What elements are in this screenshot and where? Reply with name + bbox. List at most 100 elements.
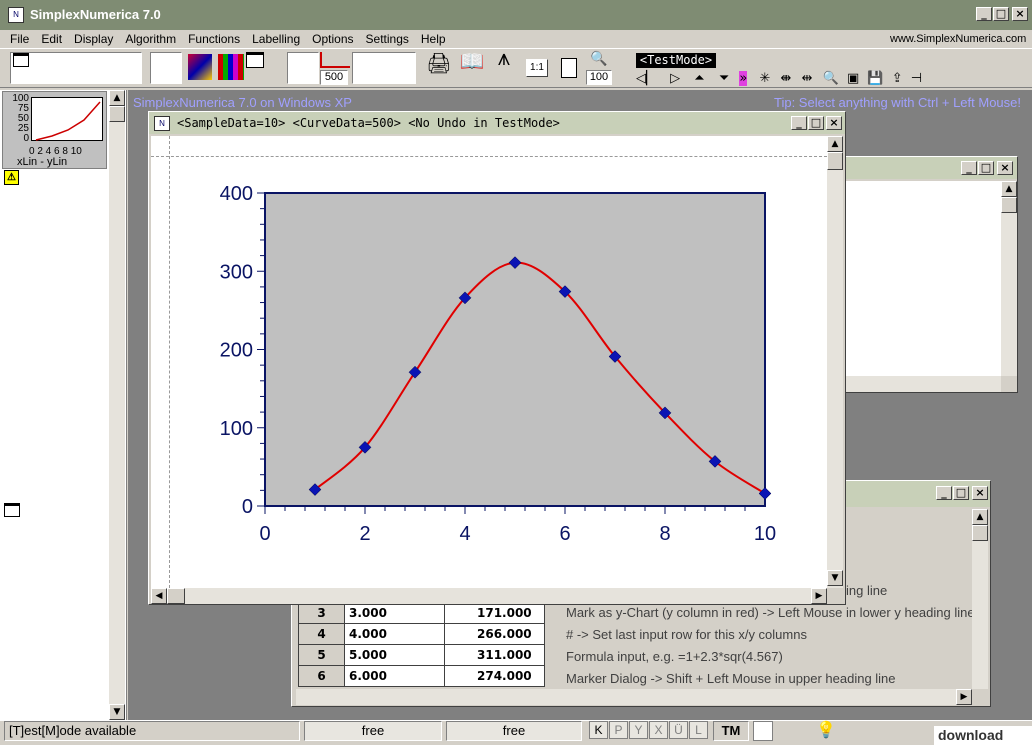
data-table[interactable]: 3 3.000 171.000 4 4.000 266.000 5 5.000 311.00… bbox=[298, 602, 545, 687]
bar-chart-icon[interactable] bbox=[218, 54, 244, 80]
y-tick-label: 400 bbox=[220, 183, 253, 205]
menu-display[interactable]: Display bbox=[74, 31, 113, 47]
bgwin-close-button[interactable]: × bbox=[997, 161, 1013, 175]
left-scroll-thumb[interactable] bbox=[109, 106, 125, 122]
nav-down-icon[interactable]: ⏷ bbox=[719, 71, 729, 86]
thumbnail-plot bbox=[31, 97, 103, 141]
chartwin-vscrollbar[interactable] bbox=[827, 136, 843, 588]
tablewin-hscrollbar[interactable] bbox=[296, 689, 972, 705]
bgwin-hscrollbar[interactable] bbox=[829, 376, 1001, 392]
chartwin-hscroll-thumb[interactable] bbox=[167, 588, 185, 604]
chart-window[interactable]: <SampleData=10> <CurveData=500> <No Undo… bbox=[148, 111, 846, 605]
status-key-l: L bbox=[689, 721, 708, 739]
background-window[interactable]: _ □ × ▲ bbox=[826, 156, 1018, 393]
status-slot-2: free bbox=[446, 721, 582, 741]
image-icon[interactable]: ▣ bbox=[847, 71, 859, 86]
chartwin-minimize-button[interactable]: _ bbox=[791, 116, 807, 130]
menu-file[interactable]: File bbox=[10, 31, 29, 47]
curve-points-field[interactable]: 500 bbox=[320, 70, 348, 85]
bgwin-scroll-up[interactable]: ▲ bbox=[1001, 181, 1017, 197]
status-key-k: K bbox=[589, 721, 608, 739]
chartwin-close-button[interactable]: × bbox=[826, 116, 842, 130]
magnify-icon[interactable]: 🔍 bbox=[823, 71, 839, 86]
zoom-field[interactable]: 100 bbox=[586, 70, 612, 85]
table-row[interactable]: 5 5.000 311.000 bbox=[298, 644, 545, 666]
toolbar-field-3[interactable] bbox=[287, 52, 319, 84]
website-link[interactable]: www.SimplexNumerica.com bbox=[890, 31, 1026, 47]
compass-icon[interactable]: ⩚ bbox=[492, 48, 516, 80]
mdi-left-text: SimplexNumerica 7.0 on Windows XP bbox=[133, 95, 352, 110]
status-key-y: Y bbox=[629, 721, 648, 739]
app-icon: N bbox=[8, 7, 24, 23]
chart-window-title: <SampleData=10> <CurveData=500> <No Undo… bbox=[149, 112, 845, 134]
zoom-icon[interactable]: 🔍 bbox=[590, 52, 608, 68]
nav-toolbar: ◁▏ ▷ ⏶ ⏷ » ✳ ⇼ ⇹ 🔍 ▣ 💾 ⇪ ⊣ bbox=[636, 71, 956, 87]
status-slot-1: free bbox=[304, 721, 442, 741]
pin-icon[interactable]: ⊣ bbox=[911, 71, 922, 86]
chartwin-scroll-thumb[interactable] bbox=[827, 152, 843, 170]
tablewin-scroll-right[interactable]: ▶ bbox=[956, 689, 972, 705]
left-scrollbar[interactable] bbox=[109, 90, 125, 720]
left-panel bbox=[0, 90, 127, 720]
menu-settings[interactable]: Settings bbox=[366, 31, 409, 47]
chart-svg[interactable]: 0 100 200 300 400 0 2 4 6 8 10 bbox=[151, 136, 827, 588]
thumbnail-yticks: 100 75 50 25 0 bbox=[12, 93, 29, 144]
menu-help[interactable]: Help bbox=[421, 31, 446, 47]
collapse-icon[interactable]: ⇼ bbox=[781, 71, 792, 86]
expand-icon[interactable]: ⇹ bbox=[802, 71, 813, 86]
table-row[interactable]: 4 4.000 266.000 bbox=[298, 623, 545, 645]
window-icon-small[interactable] bbox=[4, 503, 20, 517]
chartwin-scroll-down[interactable]: ▼ bbox=[827, 570, 843, 586]
save-icon[interactable]: 💾 bbox=[867, 71, 883, 86]
nav-next-icon[interactable]: ▷ bbox=[670, 71, 680, 86]
chartwin-hscrollbar[interactable] bbox=[151, 588, 827, 604]
export-icon[interactable]: ⇪ bbox=[892, 71, 903, 86]
table-row[interactable]: 3 3.000 171.000 bbox=[298, 602, 545, 624]
warning-icon[interactable]: ⚠ bbox=[4, 170, 19, 185]
menu-labelling[interactable]: Labelling bbox=[252, 31, 300, 47]
window-icon[interactable] bbox=[13, 53, 29, 67]
tablewin-maximize-button[interactable]: □ bbox=[953, 486, 969, 500]
highlight-icon[interactable]: » bbox=[739, 71, 748, 86]
thumbnail-preview[interactable]: 100 75 50 25 0 0 2 4 6 8 10 xLin - yLin bbox=[2, 91, 107, 169]
menu-functions[interactable]: Functions bbox=[188, 31, 240, 47]
chartwin-scroll-right[interactable]: ▶ bbox=[811, 588, 827, 604]
close-button[interactable]: × bbox=[1012, 7, 1028, 21]
tablewin-scroll-thumb[interactable] bbox=[972, 525, 988, 541]
status-message: [T]est[M]ode available bbox=[4, 721, 300, 741]
page-icon[interactable] bbox=[561, 58, 577, 78]
tablewin-minimize-button[interactable]: _ bbox=[936, 486, 952, 500]
chartwin-scroll-up[interactable]: ▲ bbox=[827, 136, 843, 152]
line-chart-icon[interactable] bbox=[188, 54, 212, 80]
window-frame-icon[interactable] bbox=[246, 52, 264, 68]
book-icon[interactable]: 📖 bbox=[457, 51, 487, 80]
tablewin-scroll-up[interactable]: ▲ bbox=[972, 509, 988, 525]
curve-icon[interactable] bbox=[320, 52, 350, 68]
bgwin-minimize-button[interactable]: _ bbox=[961, 161, 977, 175]
menu-bar: File Edit Display Algorithm Functions Labelli… bbox=[10, 31, 458, 47]
menu-algorithm[interactable]: Algorithm bbox=[125, 31, 176, 47]
toolbar-field-1[interactable] bbox=[10, 52, 142, 84]
menu-options[interactable]: Options bbox=[312, 31, 353, 47]
left-scroll-up[interactable]: ▲ bbox=[109, 90, 125, 106]
bgwin-scroll-thumb[interactable] bbox=[1001, 197, 1017, 213]
maximize-button[interactable]: □ bbox=[993, 7, 1009, 21]
toolbar-field-2[interactable] bbox=[150, 52, 182, 84]
shrink-icon[interactable]: ✳ bbox=[759, 71, 770, 86]
print-icon[interactable]: 🖨 bbox=[425, 53, 453, 80]
nav-up-icon[interactable]: ⏶ bbox=[694, 71, 704, 86]
menu-edit[interactable]: Edit bbox=[41, 31, 62, 47]
tablewin-close-button[interactable]: × bbox=[972, 486, 988, 500]
chart-canvas[interactable]: 0 100 200 300 400 0 2 4 6 8 10 bbox=[151, 136, 827, 588]
minimize-button[interactable]: _ bbox=[976, 7, 992, 21]
nav-first-icon[interactable]: ◁▏ bbox=[636, 71, 656, 86]
ratio-button[interactable]: 1:1 bbox=[526, 59, 548, 77]
left-scroll-down[interactable]: ▼ bbox=[109, 704, 125, 720]
table-row[interactable]: 6 6.000 274.000 bbox=[298, 665, 545, 687]
chartwin-scroll-left[interactable]: ◀ bbox=[151, 588, 167, 604]
toolbar-field-4[interactable] bbox=[352, 52, 416, 84]
status-key-p: P bbox=[609, 721, 628, 739]
help-line: Formula input, e.g. =1+2.3*sqr(4.567) bbox=[566, 649, 783, 664]
bgwin-maximize-button[interactable]: □ bbox=[978, 161, 994, 175]
chartwin-maximize-button[interactable]: □ bbox=[808, 116, 824, 130]
